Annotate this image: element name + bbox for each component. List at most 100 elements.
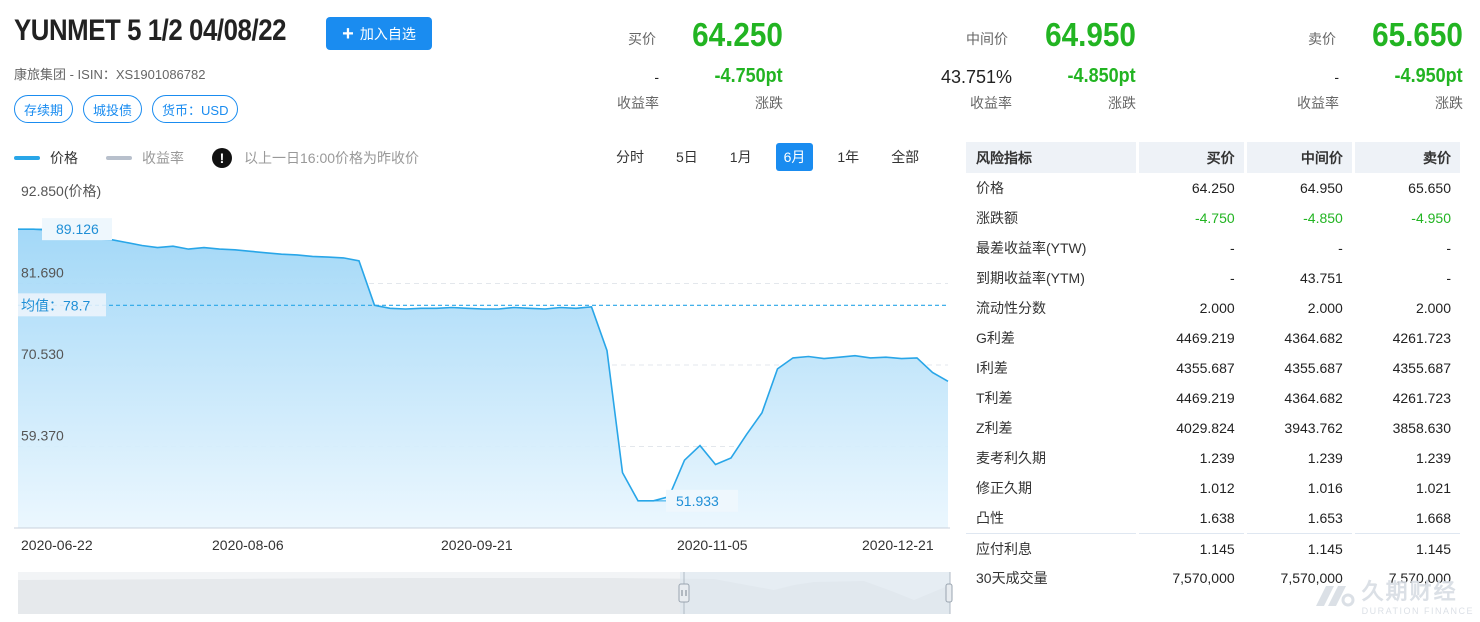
bid-yield-label: 收益率 bbox=[617, 95, 659, 111]
risk-table-body: 价格 64.250 64.950 65.650 涨跌额 -4.750 -4.850 -4.95… bbox=[966, 173, 1460, 593]
legend-yield[interactable]: 收益率 bbox=[106, 148, 184, 168]
chart-legend: 价格 收益率 ! 以上一日16:00价格为昨收价 bbox=[14, 148, 419, 168]
risk-row: I利差 4355.687 4355.687 4355.687 bbox=[966, 353, 1460, 383]
bond-title: YUNMET 5 1/2 04/08/22 bbox=[14, 14, 287, 47]
y-tick-label: 92.850(价格) bbox=[21, 183, 101, 199]
risk-mid-value: 43.751 bbox=[1300, 270, 1343, 286]
risk-ask-value: -4.950 bbox=[1411, 210, 1451, 226]
x-axis-labels: 2020-06-22 2020-08-06 2020-09-21 2020-11-05… bbox=[21, 537, 934, 553]
risk-header-mid: 中间价 bbox=[1246, 142, 1352, 173]
x-tick-label: 2020-06-22 bbox=[21, 537, 93, 553]
risk-metric-label: 修正久期 bbox=[976, 480, 1032, 496]
bid-price: 64.250 bbox=[692, 16, 783, 53]
tag-duration[interactable]: 存续期 bbox=[14, 95, 74, 123]
risk-mid-value: 3943.762 bbox=[1284, 420, 1343, 436]
watermark-cn: 久期财经 bbox=[1361, 579, 1458, 604]
ask-label: 卖价 bbox=[1308, 31, 1336, 47]
add-to-watchlist-button[interactable]: + 加入自选 bbox=[326, 17, 432, 50]
risk-metric-label: 到期收益率(YTM) bbox=[976, 270, 1085, 286]
risk-metric-label: 应付利息 bbox=[966, 533, 1136, 563]
mid-change-label: 涨跌 bbox=[1108, 95, 1136, 111]
range-1m[interactable]: 1月 bbox=[722, 143, 760, 171]
range-selector: 分时 5日 1月 6月 1年 全部 bbox=[608, 143, 927, 171]
mid-price: 64.950 bbox=[1045, 16, 1136, 53]
bid-label: 买价 bbox=[628, 31, 656, 47]
ask-yield-label: 收益率 bbox=[1297, 95, 1339, 111]
range-6m[interactable]: 6月 bbox=[775, 143, 814, 171]
add-to-watchlist-label: 加入自选 bbox=[359, 25, 416, 42]
risk-bid-value: -4.750 bbox=[1194, 210, 1235, 226]
average-label: 均值：78.7 bbox=[21, 297, 90, 313]
risk-bid-value: 7,570,000 bbox=[1172, 570, 1235, 586]
exclamation-icon: ! bbox=[212, 148, 232, 168]
x-tick-label: 2020-11-05 bbox=[677, 537, 748, 553]
range-intraday[interactable]: 分时 bbox=[608, 143, 652, 171]
ask-yield-value: - bbox=[1334, 69, 1339, 85]
bid-yield-value: - bbox=[654, 69, 659, 85]
tag-lgfv[interactable]: 城投债 bbox=[83, 95, 143, 123]
risk-mid-value: 4364.682 bbox=[1284, 330, 1343, 346]
risk-bid-value: 4469.219 bbox=[1176, 390, 1235, 406]
risk-metric-label: 麦考利久期 bbox=[976, 450, 1046, 466]
risk-bid-value: 64.250 bbox=[1191, 180, 1235, 196]
risk-ask-value: - bbox=[1446, 240, 1451, 256]
risk-mid-value: 2.000 bbox=[1307, 300, 1343, 316]
navigator-handle-right bbox=[945, 583, 953, 603]
risk-bid-value: - bbox=[1230, 240, 1235, 256]
price-chart[interactable]: 92.850(价格) 81.690 70.530 59.370 均值：78.7 89.… bbox=[14, 180, 954, 620]
yield-swatch bbox=[106, 156, 132, 160]
tag-currency[interactable]: 货币：USD bbox=[152, 95, 239, 123]
issuer-isin: 康旅集团 - ISIN：XS1901086782 bbox=[14, 67, 206, 82]
risk-metric-label: T利差 bbox=[976, 390, 1013, 406]
legend-note-text: 以上一日16:00价格为昨收价 bbox=[244, 150, 420, 166]
y-tick-label: 59.370 bbox=[21, 428, 64, 444]
risk-mid-value: 4364.682 bbox=[1284, 390, 1343, 406]
y-tick-label: 81.690 bbox=[21, 265, 64, 281]
risk-mid-value: -4.850 bbox=[1303, 210, 1343, 226]
risk-bid-value: 2.000 bbox=[1199, 300, 1235, 316]
legend-yield-label: 收益率 bbox=[142, 150, 184, 166]
risk-header-row: 风险指标 买价 中间价 卖价 bbox=[966, 142, 1460, 173]
risk-row: 流动性分数 2.000 2.000 2.000 bbox=[966, 293, 1460, 323]
risk-ask-value: 4355.687 bbox=[1392, 360, 1451, 376]
risk-row: Z利差 4029.824 3943.762 3858.630 bbox=[966, 413, 1460, 443]
bid-change: -4.750pt bbox=[714, 65, 783, 87]
risk-header-bid: 买价 bbox=[1138, 142, 1244, 173]
x-tick-label: 2020-08-06 bbox=[212, 537, 284, 553]
risk-row: 修正久期 1.012 1.016 1.021 bbox=[966, 473, 1460, 503]
range-1y[interactable]: 1年 bbox=[829, 143, 867, 171]
bond-tags: 存续期 城投债 货币：USD bbox=[14, 95, 239, 123]
risk-metric-label: 凸性 bbox=[976, 510, 1004, 526]
risk-bid-value: 4029.824 bbox=[1176, 420, 1235, 436]
legend-price[interactable]: 价格 bbox=[14, 148, 78, 168]
risk-bid-value: 1.638 bbox=[1199, 510, 1235, 526]
risk-ask-value: 3858.630 bbox=[1392, 420, 1451, 436]
range-all[interactable]: 全部 bbox=[883, 143, 927, 171]
duration-finance-logo-icon bbox=[1315, 586, 1355, 607]
risk-metric-label: G利差 bbox=[976, 330, 1015, 346]
x-tick-label: 2020-09-21 bbox=[441, 537, 513, 553]
price-area bbox=[18, 229, 948, 528]
risk-ask-value: 4261.723 bbox=[1392, 330, 1451, 346]
range-navigator[interactable] bbox=[18, 572, 953, 614]
risk-metrics-table: 风险指标 买价 中间价 卖价 价格 64.250 64.950 65.650 涨跌额 -4… bbox=[963, 142, 1463, 593]
risk-metric-label: Z利差 bbox=[976, 420, 1013, 436]
risk-ask-value: - bbox=[1446, 270, 1451, 286]
risk-ask-value: 4261.723 bbox=[1392, 390, 1451, 406]
risk-row: 应付利息 1.145 1.145 1.145 bbox=[966, 533, 1460, 563]
range-5d[interactable]: 5日 bbox=[668, 143, 706, 171]
y-tick-label: 70.530 bbox=[21, 346, 64, 362]
risk-ask-value: 1.668 bbox=[1415, 510, 1451, 526]
risk-ask-value: 65.650 bbox=[1408, 180, 1451, 196]
mid-change: -4.850pt bbox=[1067, 65, 1136, 87]
risk-bid-value: 1.239 bbox=[1199, 450, 1235, 466]
watermark: 久期财经 DURATION FINANCE bbox=[1312, 574, 1474, 616]
risk-mid-value: 64.950 bbox=[1300, 180, 1343, 196]
risk-bid-value: - bbox=[1230, 270, 1235, 286]
risk-mid-value: 4355.687 bbox=[1284, 360, 1343, 376]
risk-row: T利差 4469.219 4364.682 4261.723 bbox=[966, 383, 1460, 413]
risk-metric-label: 价格 bbox=[976, 180, 1004, 196]
risk-bid-value: 4469.219 bbox=[1176, 330, 1235, 346]
risk-bid-value: 4355.687 bbox=[1176, 360, 1235, 376]
risk-ask-value: 2.000 bbox=[1415, 300, 1451, 316]
